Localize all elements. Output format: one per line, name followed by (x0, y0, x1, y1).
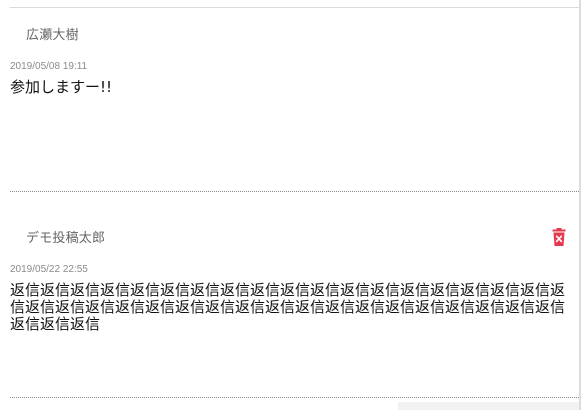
comment-timestamp: 2019/05/08 19:11 (10, 61, 88, 72)
comment-body: 返信返信返信返信返信返信返信返信返信返信返信返信返信返信返信返信返信返信返信返信… (10, 281, 566, 333)
comment-item: 広瀬大樹 2019/05/08 19:11 参加しますー!! (10, 24, 579, 192)
comment-timestamp: 2019/05/22 22:55 (10, 264, 88, 275)
trash-icon (552, 228, 566, 246)
comment-author: 広瀬大樹 (26, 28, 79, 43)
comment-divider (10, 191, 579, 192)
comment-author: デモ投稿太郎 (26, 231, 106, 246)
comment-divider (10, 397, 579, 398)
comment-body: 参加しますー!! (10, 78, 113, 96)
comment-list: 広瀬大樹 2019/05/08 19:11 参加しますー!! デモ投稿太郎 20… (0, 0, 581, 410)
top-divider (10, 7, 579, 8)
delete-comment-button[interactable] (549, 227, 569, 247)
comment-item: デモ投稿太郎 2019/05/22 22:55 返信返信返信返信返信返信返信返信… (10, 227, 579, 398)
bottom-edge (398, 402, 579, 410)
